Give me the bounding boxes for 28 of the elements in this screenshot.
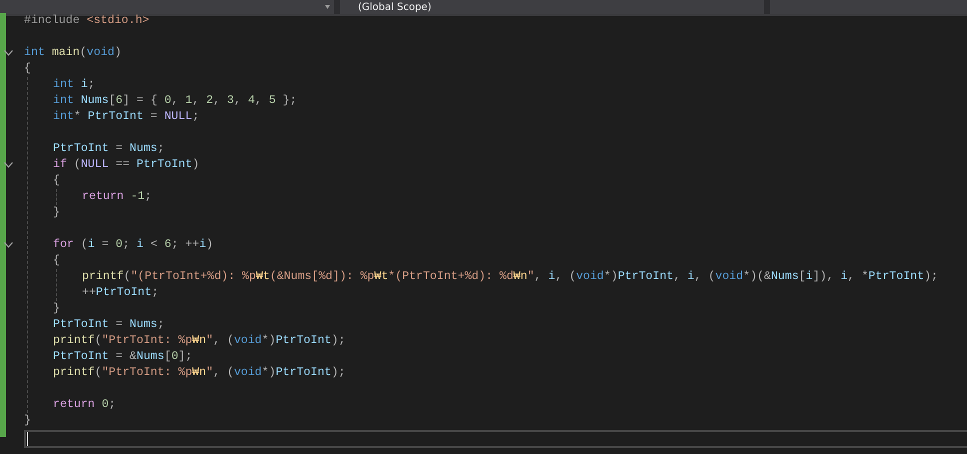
code-line: PtrToInt = Nums; [53, 317, 164, 333]
code-line: int main(void) [24, 45, 122, 61]
code-line: ++PtrToInt; [82, 285, 159, 301]
scope-dropdown[interactable]: (Global Scope) [340, 0, 764, 14]
code-line: return -1; [82, 189, 152, 205]
code-line: int i; [53, 77, 95, 93]
code-line: printf("PtrToInt: %p₩n", (void*)PtrToInt); [53, 365, 346, 381]
code-line: PtrToInt = Nums; [53, 141, 164, 157]
code-line: PtrToInt = &Nums[0]; [53, 349, 192, 365]
collapse-chevron-icon[interactable] [4, 242, 13, 248]
code-line: } [53, 205, 60, 221]
code-line: } [53, 301, 60, 317]
code-line: printf("(PtrToInt+%d): %p₩t(&Nums[%d]): %p₩t*(PtrToInt+%d): %d₩n", i, (void*)PtrToInt, i, (void*)(&Nums[i]), i, *PtrToInt); [82, 269, 938, 285]
code-line: int* PtrToInt = NULL; [53, 109, 200, 125]
code-line: int Nums[6] = { 0, 1, 2, 3, 4, 5 }; [53, 93, 297, 109]
caret-icon [325, 5, 330, 9]
code-line: #include <stdio.h> [24, 13, 150, 29]
code-line: if (NULL == PtrToInt) [53, 157, 200, 173]
code-line: for (i = 0; i < 6; ++i) [53, 237, 214, 253]
text-caret [27, 432, 28, 446]
code-line: printf("PtrToInt: %p₩n", (void*)PtrToInt); [53, 333, 346, 349]
code-line: { [24, 61, 31, 77]
code-line: } [24, 413, 31, 429]
collapse-chevron-icon[interactable] [4, 162, 13, 168]
code-line: { [53, 253, 60, 269]
code-line: { [53, 173, 60, 189]
code-line: return 0; [53, 397, 116, 413]
collapse-chevron-icon[interactable] [4, 50, 13, 56]
